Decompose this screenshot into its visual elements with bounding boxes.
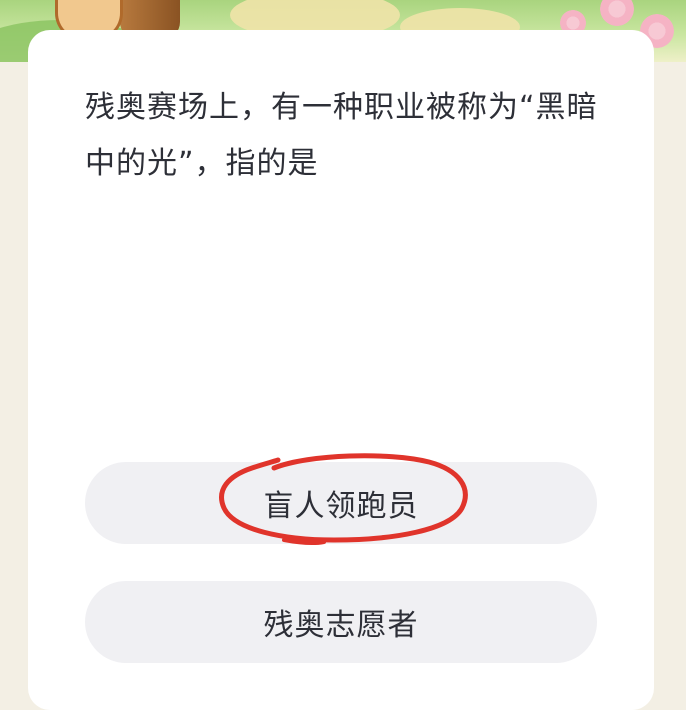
flower-icon xyxy=(600,0,634,26)
answer-option-b[interactable]: 残奥志愿者 xyxy=(85,581,597,663)
answer-option-a[interactable]: 盲人领跑员 xyxy=(85,462,597,544)
answer-option-label: 残奥志愿者 xyxy=(263,608,419,643)
answer-option-label: 盲人领跑员 xyxy=(263,489,419,524)
quiz-question: 残奥赛场上，有一种职业被称为“黑暗中的光”，指的是 xyxy=(85,90,598,181)
quiz-card: 残奥赛场上，有一种职业被称为“黑暗中的光”，指的是 盲人领跑员 残奥志愿者 xyxy=(28,30,654,710)
